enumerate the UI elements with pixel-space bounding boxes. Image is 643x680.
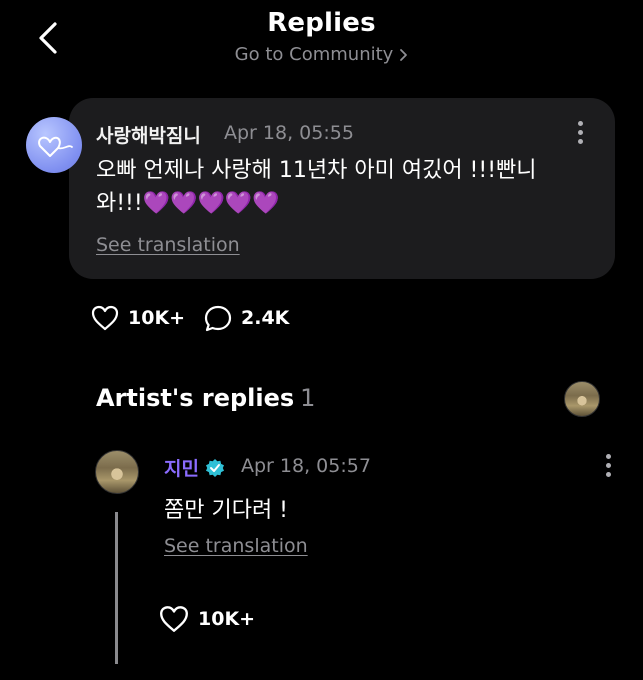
post-body-line-1: 오빠 언제나 사랑해 11년차 아미 여깄어 !!!빤니	[96, 158, 537, 183]
post-like-count: 10K+	[128, 307, 186, 329]
post-body-text: 와!!!	[96, 191, 143, 216]
post-body-line-2: 와!!!💜💜💜💜💜	[96, 187, 576, 220]
post-like-button[interactable]: 10K+	[90, 304, 185, 332]
page-title: Replies	[267, 8, 376, 38]
post-more-button[interactable]	[568, 117, 592, 147]
reply-author[interactable]: 지민	[164, 454, 225, 481]
artist-replies-title: Artist's replies	[96, 384, 295, 412]
post-comment-button[interactable]: 2.4K	[203, 304, 289, 332]
reply-avatar[interactable]	[95, 450, 139, 494]
thread-line	[115, 512, 118, 664]
verified-badge-icon	[205, 458, 224, 477]
post-author[interactable]: 사랑해박짐니	[96, 121, 201, 148]
kebab-dot	[605, 453, 611, 459]
artist-avatar-small[interactable]	[564, 381, 600, 417]
avatar[interactable]	[26, 117, 82, 173]
go-to-community-link[interactable]: Go to Community	[0, 44, 643, 65]
post-comment-count: 2.4K	[241, 307, 290, 329]
purple-hearts-emoji: 💜💜💜💜💜	[142, 191, 280, 216]
heart-icon	[91, 305, 119, 331]
heart-icon	[160, 606, 188, 632]
reply-timestamp: Apr 18, 05:57	[241, 455, 371, 477]
reply-body: 쫌만 기다려 !	[164, 498, 289, 523]
reply-author-name: 지민	[164, 458, 199, 480]
kebab-dot	[605, 462, 611, 468]
comment-bubble-icon	[204, 305, 232, 332]
kebab-dot	[577, 120, 583, 126]
post-see-translation-link[interactable]: See translation	[96, 234, 240, 256]
artist-replies-count: 1	[300, 384, 316, 412]
reply-like-count: 10K+	[198, 608, 256, 630]
post-body: 오빠 언제나 사랑해 11년차 아미 여깄어 !!!빤니 와!!!💜💜💜💜💜	[96, 154, 576, 220]
reply-see-translation-link[interactable]: See translation	[164, 535, 308, 557]
chevron-right-icon	[400, 48, 408, 61]
artist-replies-header: Artist's replies 1	[96, 384, 315, 412]
kebab-dot	[605, 471, 611, 477]
reply-like-button[interactable]: 10K+	[158, 604, 255, 634]
reply-more-button[interactable]	[596, 450, 620, 480]
go-to-community-label: Go to Community	[234, 44, 394, 65]
post-timestamp: Apr 18, 05:55	[224, 122, 354, 144]
heart-doodle-icon	[38, 136, 73, 157]
kebab-dot	[577, 129, 583, 135]
kebab-dot	[577, 138, 583, 144]
